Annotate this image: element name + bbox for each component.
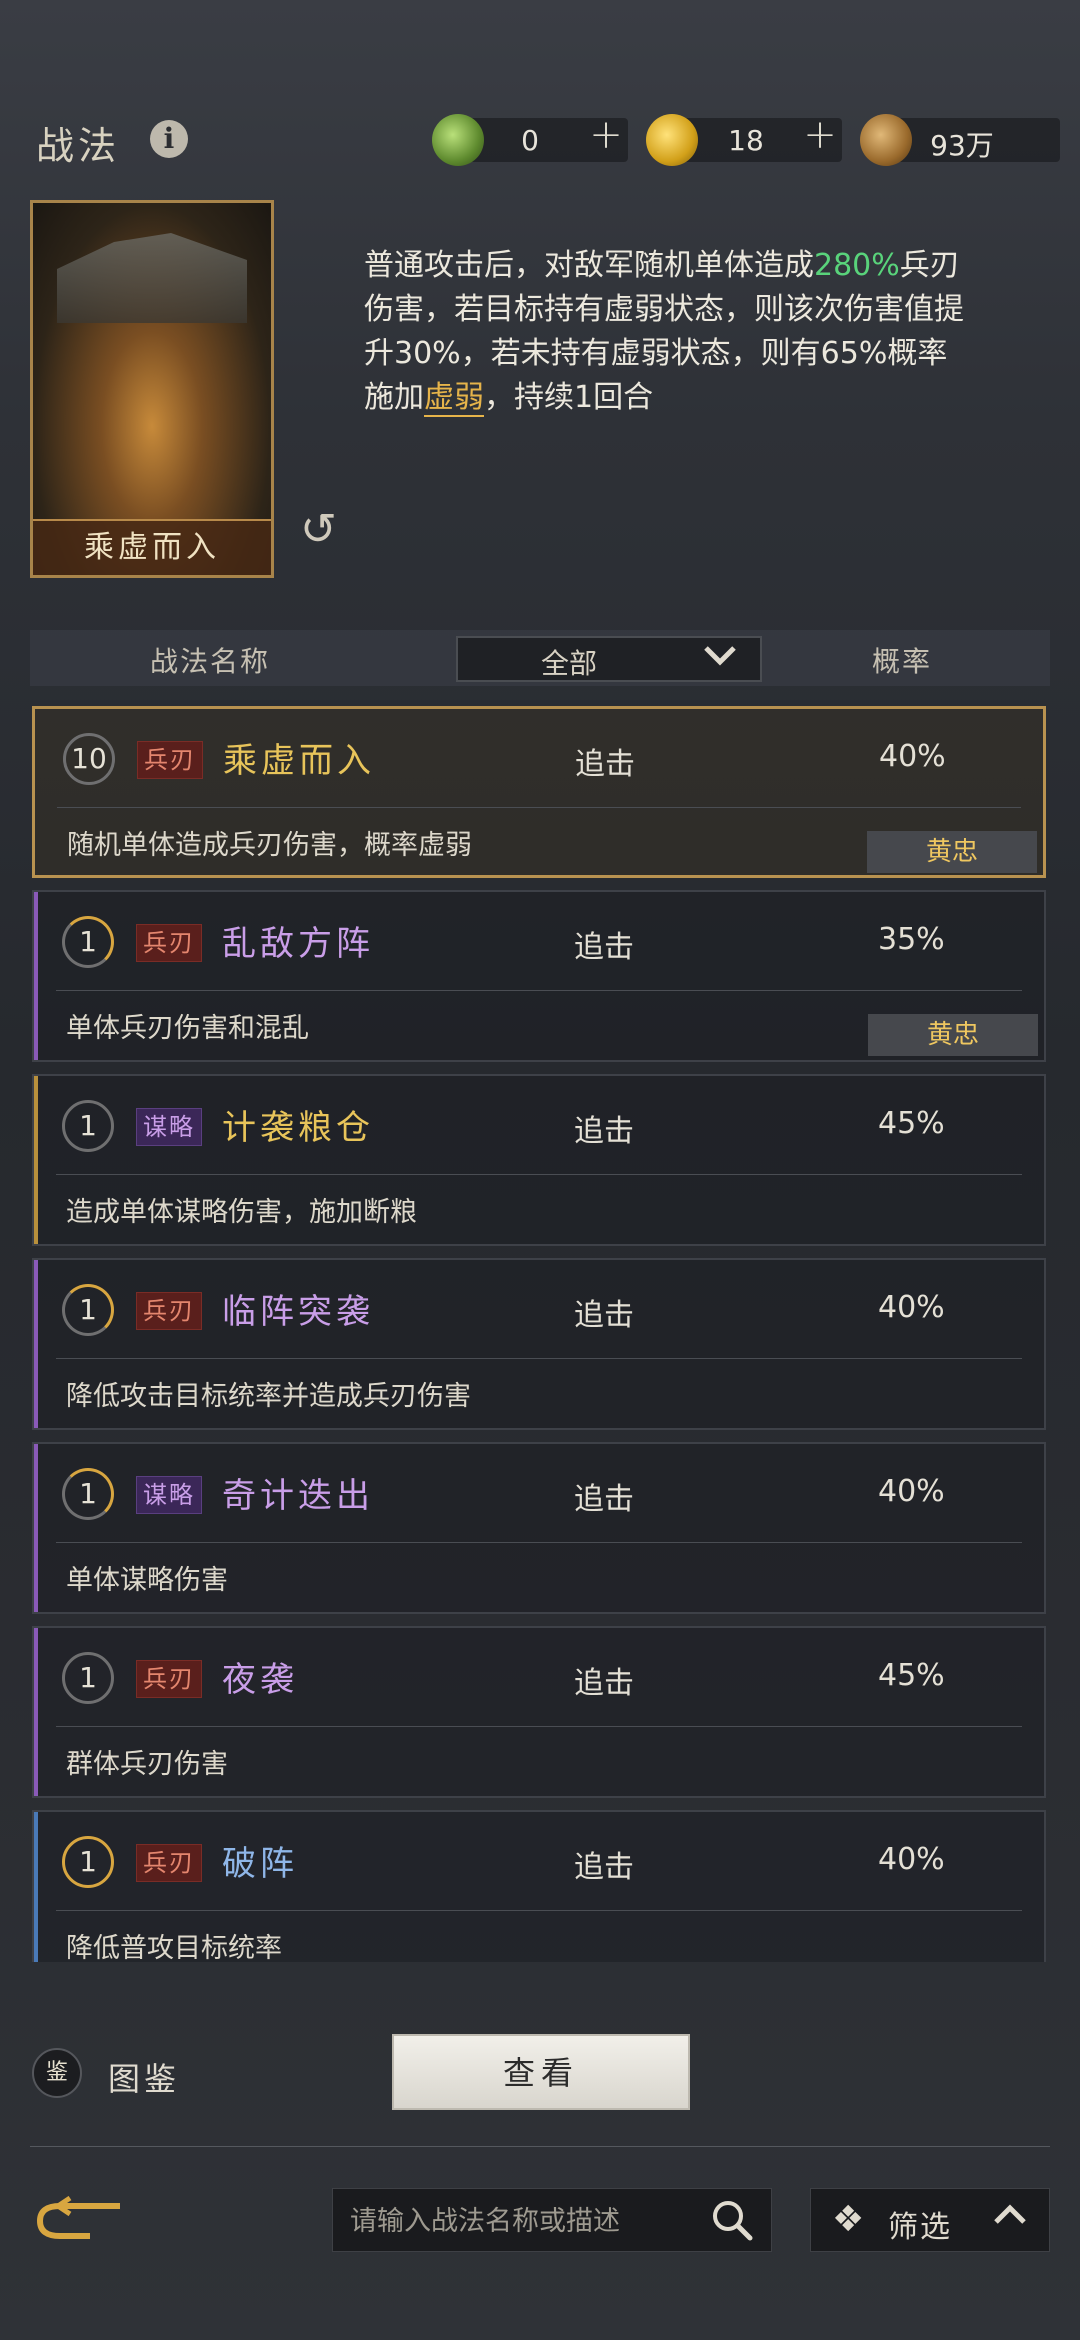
owner-badge: 黄忠 [867, 831, 1037, 873]
jade-coin-icon [432, 114, 484, 166]
quality-bar [34, 1628, 38, 1796]
view-button[interactable]: 查看 [392, 2034, 690, 2110]
copper-value: 93万 [930, 129, 994, 162]
skill-type: 追击 [574, 930, 634, 965]
skill-tag: 兵刃 [136, 1292, 202, 1330]
codex-icon[interactable]: 鉴 [32, 2048, 82, 2098]
jade-value: 0 [521, 124, 539, 157]
column-name-header: 战法名称 [150, 645, 271, 678]
quality-bar [34, 1260, 38, 1428]
level-badge: 1 [62, 1468, 114, 1520]
skill-summary: 随机单体造成兵刃伤害，概率虚弱 [67, 830, 472, 861]
row-divider [56, 1542, 1022, 1543]
skill-type: 追击 [575, 747, 635, 782]
skill-summary: 群体兵刃伤害 [66, 1749, 228, 1780]
skill-tag: 兵刃 [136, 1660, 202, 1698]
skill-name: 夜袭 [222, 1660, 298, 1700]
row-divider [56, 990, 1022, 991]
filter-icon: ❖ [832, 2199, 865, 2240]
desc-damage-value: 280% [814, 248, 900, 283]
skill-rate: 40% [879, 739, 946, 774]
gold-coin-icon [646, 114, 698, 166]
owner-badge: 黄忠 [868, 1014, 1038, 1056]
quality-bar [34, 892, 38, 1060]
quality-bar [34, 1444, 38, 1612]
skill-row[interactable]: 1 兵刃 乱敌方阵 追击 35% 单体兵刃伤害和混乱 黄忠 [32, 890, 1046, 1062]
skill-tag: 兵刃 [136, 1844, 202, 1882]
skill-name: 奇计迭出 [222, 1476, 374, 1516]
skill-rate: 40% [878, 1474, 945, 1509]
page-title: 战法 [36, 124, 121, 168]
search-input[interactable] [348, 2200, 692, 2242]
desc-keyword-link[interactable]: 虚弱 [424, 380, 484, 417]
chevron-up-icon[interactable] [990, 2200, 1030, 2238]
skill-name: 临阵突袭 [222, 1292, 374, 1332]
skill-type: 追击 [574, 1666, 634, 1701]
skill-summary: 单体谋略伤害 [66, 1565, 228, 1596]
codex-label[interactable]: 图鉴 [108, 2054, 180, 2100]
skill-tag: 谋略 [136, 1108, 202, 1146]
skill-row-selected[interactable]: 10 兵刃 乘虚而入 追击 40% 随机单体造成兵刃伤害，概率虚弱 黄忠 [32, 706, 1046, 878]
info-icon[interactable]: i [150, 120, 188, 158]
add-gold-button[interactable]: + [800, 112, 840, 158]
quality-bar [34, 1076, 38, 1244]
level-badge: 1 [62, 1284, 114, 1336]
level-badge: 10 [63, 733, 115, 785]
card-artwork [57, 233, 247, 323]
skill-name: 计袭粮仓 [222, 1108, 374, 1148]
gold-value: 18 [728, 124, 764, 157]
skill-name: 破阵 [222, 1844, 298, 1884]
level-badge: 1 [62, 1100, 114, 1152]
skill-type: 追击 [574, 1482, 634, 1517]
column-rate-header: 概率 [872, 645, 933, 678]
skill-name: 乘虚而入 [223, 741, 375, 781]
back-icon[interactable] [30, 2195, 130, 2246]
skill-summary: 单体兵刃伤害和混乱 [66, 1013, 309, 1044]
skill-type: 追击 [574, 1114, 634, 1149]
row-divider [56, 1910, 1022, 1911]
skill-name: 乱敌方阵 [222, 924, 374, 964]
skill-rate: 40% [878, 1842, 945, 1877]
row-divider [56, 1358, 1022, 1359]
card-name: 乘虚而入 [33, 519, 271, 575]
skill-row[interactable]: 1 兵刃 夜袭 追击 45% 群体兵刃伤害 [32, 1626, 1046, 1798]
skill-row[interactable]: 1 兵刃 破阵 追击 40% 降低普攻目标统率 [32, 1810, 1046, 1964]
desc-text-3: ，持续1回合 [484, 380, 654, 415]
skill-row[interactable]: 1 谋略 计袭粮仓 追击 45% 造成单体谋略伤害，施加断粮 [32, 1074, 1046, 1246]
add-jade-button[interactable]: + [586, 112, 626, 158]
search-icon[interactable] [708, 2196, 756, 2244]
type-filter-label: 全部 [540, 647, 597, 680]
skill-summary: 降低攻击目标统率并造成兵刃伤害 [66, 1381, 471, 1412]
skill-rate: 35% [878, 922, 945, 957]
quality-bar [34, 1812, 38, 1962]
desc-text-1: 普通攻击后，对敌军随机单体造成 [364, 248, 814, 283]
chevron-down-icon [700, 640, 740, 677]
skill-summary: 降低普攻目标统率 [66, 1933, 282, 1964]
skill-type: 追击 [574, 1298, 634, 1333]
skill-rate: 40% [878, 1290, 945, 1325]
reset-icon[interactable]: ↺ [300, 508, 344, 552]
skill-tag: 谋略 [136, 1476, 202, 1514]
skill-row[interactable]: 1 兵刃 临阵突袭 追击 40% 降低攻击目标统率并造成兵刃伤害 [32, 1258, 1046, 1430]
filter-label: 筛选 [888, 2210, 952, 2245]
skill-rate: 45% [878, 1106, 945, 1141]
skill-type: 追击 [574, 1850, 634, 1885]
level-badge: 1 [62, 916, 114, 968]
row-divider [57, 807, 1021, 808]
skill-tag: 兵刃 [137, 741, 203, 779]
skill-rate: 45% [878, 1658, 945, 1693]
row-divider [56, 1726, 1022, 1727]
copper-coin-icon [860, 114, 912, 166]
skill-card: 乘虚而入 [30, 200, 274, 578]
skill-description: 普通攻击后，对敌军随机单体造成280%兵刃伤害，若目标持有虚弱状态，则该次伤害值… [364, 244, 964, 420]
skill-summary: 造成单体谋略伤害，施加断粮 [66, 1197, 417, 1228]
level-badge: 1 [62, 1652, 114, 1704]
bottom-divider [30, 2146, 1050, 2147]
level-badge: 1 [62, 1836, 114, 1888]
row-divider [56, 1174, 1022, 1175]
skill-tag: 兵刃 [136, 924, 202, 962]
skill-row[interactable]: 1 谋略 奇计迭出 追击 40% 单体谋略伤害 [32, 1442, 1046, 1614]
